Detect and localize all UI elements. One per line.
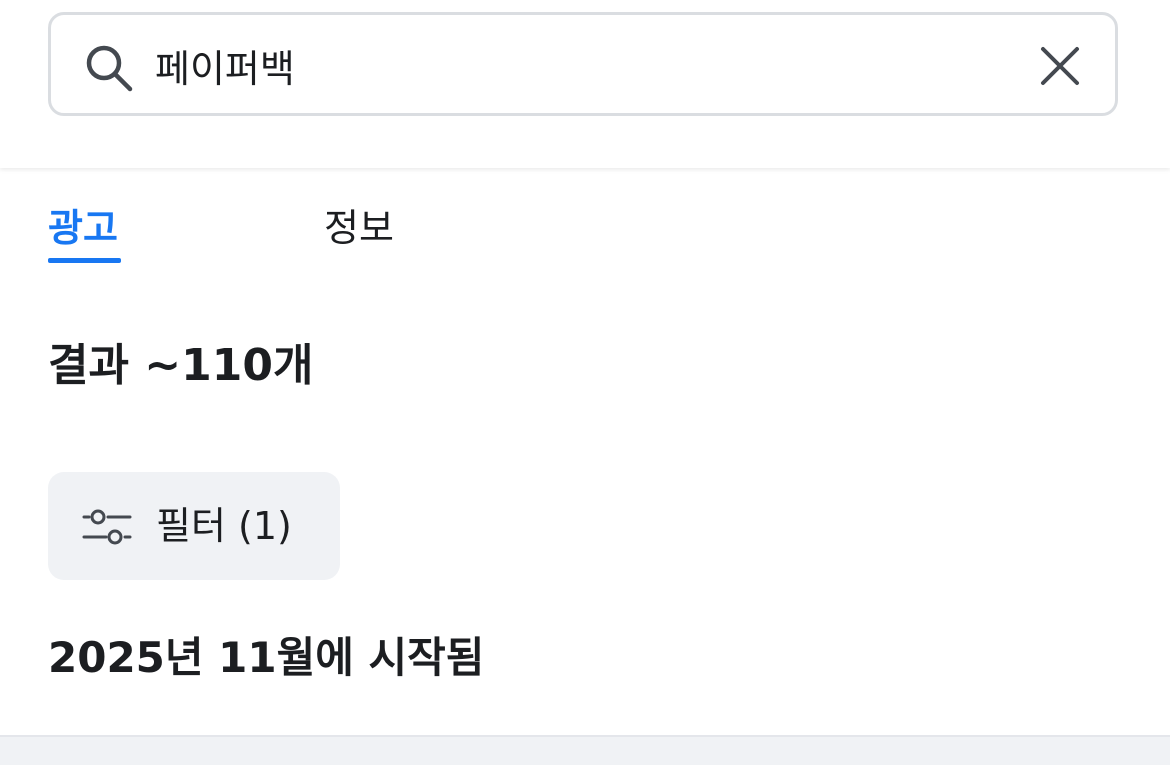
filter-button[interactable]: 필터 (1): [48, 472, 340, 580]
tab-info-label: 정보: [324, 206, 394, 250]
filter-sliders-icon: [82, 509, 132, 545]
tab-info[interactable]: 정보: [324, 198, 394, 258]
section-heading: 2025년 11월에 시작됨: [48, 633, 485, 682]
tab-bar: 광고 정보: [48, 198, 548, 268]
tab-ads-label: 광고: [48, 206, 118, 250]
active-tab-indicator: [48, 258, 121, 263]
search-header: [0, 0, 1170, 168]
results-content: 광고 정보 결과 ~110개 필터 (1) 2025년 11월에 시작됨: [0, 168, 1170, 735]
tab-ads[interactable]: 광고: [48, 198, 121, 263]
search-box[interactable]: [48, 12, 1118, 116]
page-divider: [0, 735, 1170, 765]
close-icon[interactable]: [1039, 45, 1081, 87]
search-icon: [86, 45, 133, 92]
search-input[interactable]: [155, 37, 1015, 93]
filter-label: 필터 (1): [156, 504, 292, 548]
results-count: 결과 ~110개: [48, 340, 314, 391]
